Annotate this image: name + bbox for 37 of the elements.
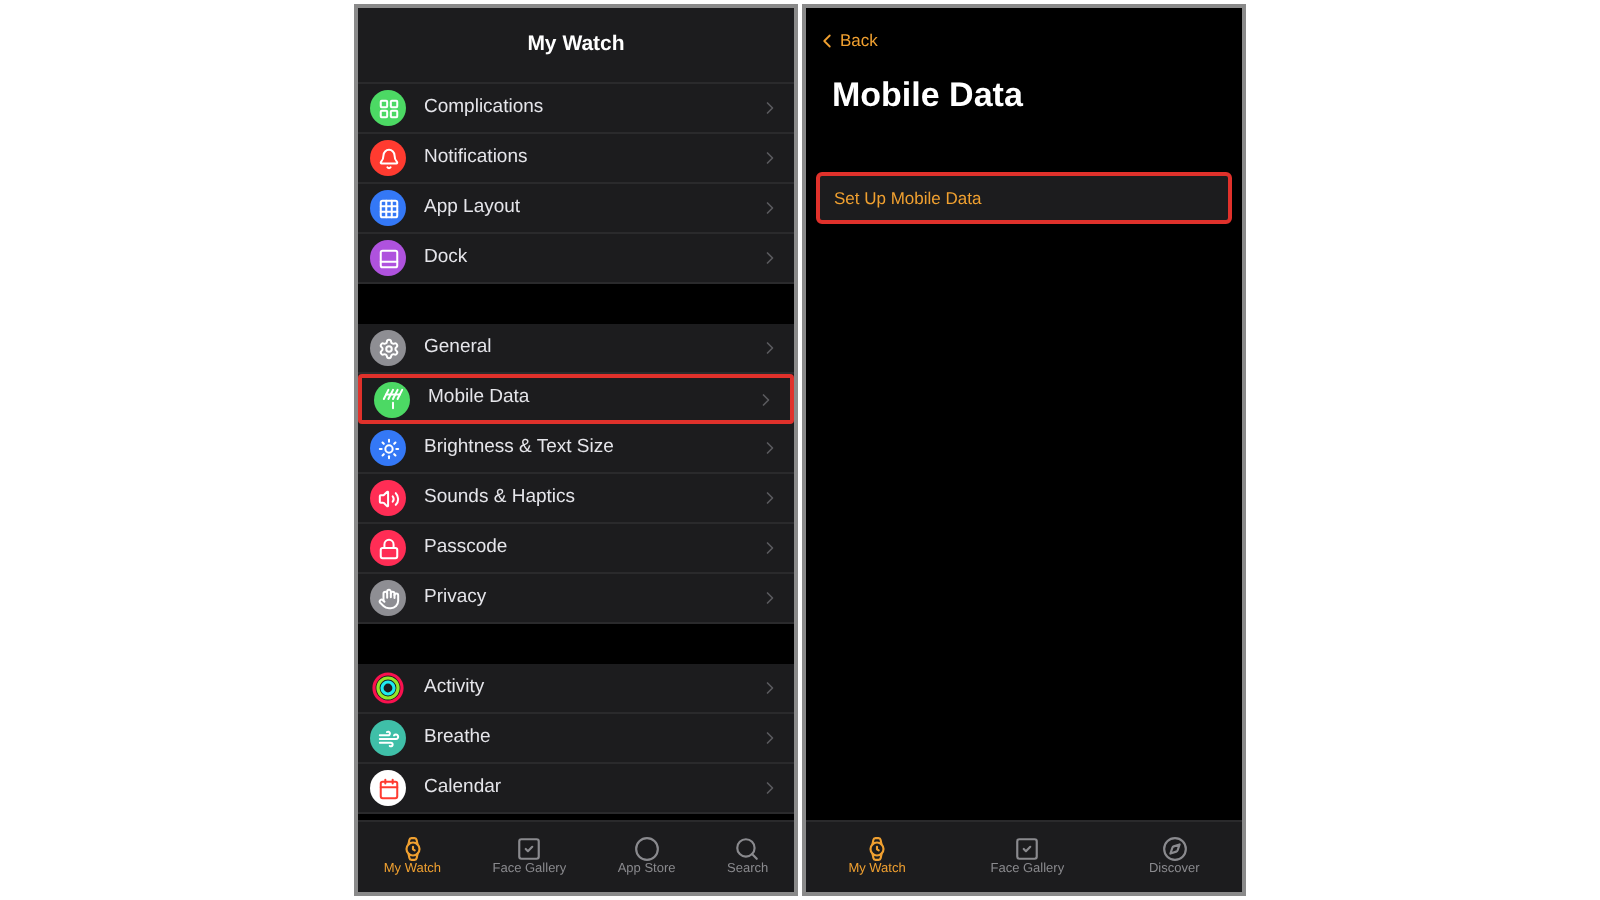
row-label: Passcode — [424, 533, 510, 562]
settings-row[interactable]: Complications — [358, 84, 794, 134]
settings-row[interactable]: General — [358, 324, 794, 374]
watch-face-icon — [1014, 836, 1041, 863]
row-label: Calendar — [424, 773, 504, 802]
settings-row[interactable]: Activity — [358, 664, 794, 714]
settings-row[interactable]: Notifications — [358, 134, 794, 184]
row-label: Mobile Data — [428, 384, 532, 413]
settings-row[interactable]: Brightness & Text Size — [358, 424, 794, 474]
screen-title: My Watch — [527, 29, 625, 60]
watch-face-icon — [516, 836, 543, 863]
row-label: Complications — [424, 93, 546, 122]
settings-row[interactable]: Dock — [358, 234, 794, 284]
row-label: Activity — [424, 673, 487, 702]
row-label: Sounds & Haptics — [424, 483, 578, 512]
setup-button[interactable]: Set Up Mobile Data — [816, 172, 1232, 225]
row-label: Brightness & Text Size — [424, 433, 616, 462]
settings-row[interactable]: App Layout — [358, 184, 794, 234]
back-link[interactable]: Back — [816, 28, 878, 54]
row-label: App Layout — [424, 193, 523, 222]
settings-row[interactable]: Sounds & Haptics — [358, 474, 794, 524]
row-label: General — [424, 333, 494, 362]
settings-row[interactable]: Mobile Data — [358, 374, 794, 424]
compass-icon — [1161, 836, 1188, 863]
settings-row[interactable]: Calendar — [358, 764, 794, 814]
store-icon — [633, 836, 660, 863]
settings-row[interactable]: Breathe — [358, 714, 794, 764]
rings-icon — [370, 670, 406, 706]
watch-icon — [399, 836, 426, 863]
row-label: Breathe — [424, 723, 493, 752]
row-label: Privacy — [424, 583, 489, 612]
row-label: Notifications — [424, 143, 530, 172]
page-title: Mobile Data — [832, 73, 1025, 118]
settings-row[interactable]: Privacy — [358, 574, 794, 624]
search-icon — [734, 836, 761, 863]
row-label: Dock — [424, 243, 470, 272]
settings-row[interactable]: Passcode — [358, 524, 794, 574]
